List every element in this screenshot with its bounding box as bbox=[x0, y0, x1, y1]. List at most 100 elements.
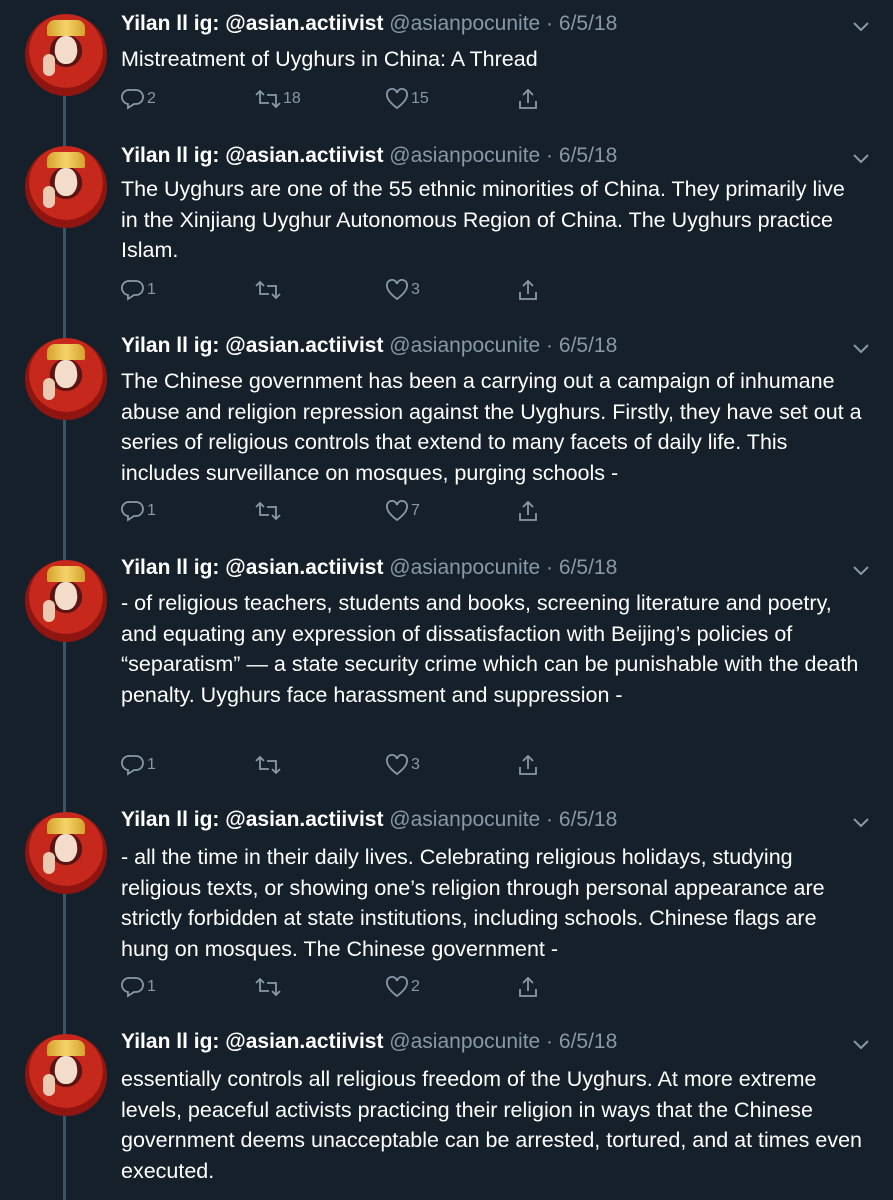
tweet[interactable]: Yilan ll ig: @asian.actiivist @asianpocu… bbox=[0, 800, 893, 1028]
reply-button[interactable]: 2 bbox=[121, 86, 156, 112]
reply-button[interactable]: 1 bbox=[121, 498, 156, 524]
like-button[interactable]: 2 bbox=[385, 974, 420, 1000]
retweet-button[interactable] bbox=[255, 277, 283, 303]
tweet-date[interactable]: 6/5/18 bbox=[559, 1030, 617, 1053]
reply-count: 1 bbox=[147, 756, 156, 773]
tweet-date[interactable]: 6/5/18 bbox=[559, 144, 617, 167]
thread-connector bbox=[63, 894, 66, 1028]
tweet[interactable]: Yilan ll ig: @asian.actiivist @asianpocu… bbox=[0, 0, 893, 138]
tweet-actions: 1 3 bbox=[121, 277, 541, 303]
chevron-down-icon[interactable] bbox=[851, 152, 871, 166]
share-button[interactable] bbox=[517, 974, 539, 1000]
thread-timeline: Yilan ll ig: @asian.actiivist @asianpocu… bbox=[0, 0, 893, 1200]
reply-icon bbox=[121, 755, 144, 776]
author-name[interactable]: Yilan ll ig: @asian.actiivist bbox=[121, 1030, 383, 1053]
chevron-down-icon[interactable] bbox=[851, 816, 871, 830]
author-handle[interactable]: @asianpocunite bbox=[389, 808, 540, 831]
tweet-actions: 1 3 bbox=[121, 752, 541, 778]
retweet-button[interactable] bbox=[255, 498, 283, 524]
thread-connector bbox=[63, 420, 66, 554]
author-name[interactable]: Yilan ll ig: @asian.actiivist bbox=[121, 556, 383, 579]
thread-connector bbox=[63, 326, 66, 338]
chevron-down-icon[interactable] bbox=[851, 20, 871, 34]
author-name[interactable]: Yilan ll ig: @asian.actiivist bbox=[121, 808, 383, 831]
reply-icon bbox=[121, 501, 144, 522]
author-name[interactable]: Yilan ll ig: @asian.actiivist bbox=[121, 334, 383, 357]
thread-connector bbox=[63, 134, 66, 146]
retweet-button[interactable] bbox=[255, 974, 283, 1000]
tweet[interactable]: Yilan ll ig: @asian.actiivist @asianpocu… bbox=[0, 1022, 893, 1200]
reply-count: 1 bbox=[147, 281, 156, 298]
heart-icon bbox=[386, 754, 408, 776]
heart-icon bbox=[386, 88, 408, 110]
share-button[interactable] bbox=[517, 86, 539, 112]
avatar[interactable] bbox=[25, 560, 107, 642]
thread-connector bbox=[63, 96, 66, 138]
reply-icon bbox=[121, 977, 144, 998]
thread-connector bbox=[63, 228, 66, 332]
like-button[interactable]: 3 bbox=[385, 277, 420, 303]
tweet-actions: 1 7 bbox=[121, 498, 541, 524]
share-button[interactable] bbox=[517, 277, 539, 303]
tweet-text: The Uyghurs are one of the 55 ethnic min… bbox=[121, 177, 845, 262]
share-button[interactable] bbox=[517, 498, 539, 524]
reply-button[interactable]: 1 bbox=[121, 277, 156, 303]
tweet[interactable]: Yilan ll ig: @asian.actiivist @asianpocu… bbox=[0, 548, 893, 806]
tweet-text: The Chinese government has been a carryi… bbox=[121, 369, 862, 485]
reply-count: 2 bbox=[147, 90, 156, 107]
like-count: 7 bbox=[411, 502, 420, 519]
retweet-icon bbox=[255, 89, 281, 109]
tweet-actions: 2 18 15 bbox=[121, 86, 541, 112]
tweet-text: essentially controls all religious freed… bbox=[121, 1067, 862, 1183]
tweet-date[interactable]: 6/5/18 bbox=[559, 808, 617, 831]
tweet-date[interactable]: 6/5/18 bbox=[559, 12, 617, 35]
author-handle[interactable]: @asianpocunite bbox=[389, 556, 540, 579]
chevron-down-icon[interactable] bbox=[851, 342, 871, 356]
like-button[interactable]: 3 bbox=[385, 752, 420, 778]
like-button[interactable]: 15 bbox=[385, 86, 429, 112]
heart-icon bbox=[386, 500, 408, 522]
avatar[interactable] bbox=[25, 812, 107, 894]
tweet-header: Yilan ll ig: @asian.actiivist @asianpocu… bbox=[121, 808, 618, 831]
author-handle[interactable]: @asianpocunite bbox=[389, 1030, 540, 1053]
tweet-header: Yilan ll ig: @asian.actiivist @asianpocu… bbox=[121, 144, 618, 167]
tweet-text: - all the time in their daily lives. Cel… bbox=[121, 845, 825, 961]
author-handle[interactable]: @asianpocunite bbox=[389, 12, 540, 35]
avatar[interactable] bbox=[25, 338, 107, 420]
thread-connector bbox=[63, 642, 66, 806]
like-count: 3 bbox=[411, 281, 420, 298]
tweet-header: Yilan ll ig: @asian.actiivist @asianpocu… bbox=[121, 334, 618, 357]
tweet-header: Yilan ll ig: @asian.actiivist @asianpocu… bbox=[121, 556, 618, 579]
author-name[interactable]: Yilan ll ig: @asian.actiivist bbox=[121, 12, 383, 35]
tweet-actions: 1 2 bbox=[121, 974, 541, 1000]
tweet-date[interactable]: 6/5/18 bbox=[559, 334, 617, 357]
retweet-button[interactable] bbox=[255, 752, 283, 778]
share-button[interactable] bbox=[517, 752, 539, 778]
retweet-count: 18 bbox=[283, 90, 301, 107]
like-button[interactable]: 7 bbox=[385, 498, 420, 524]
retweet-button[interactable]: 18 bbox=[255, 86, 301, 112]
chevron-down-icon[interactable] bbox=[851, 1038, 871, 1052]
tweet-header: Yilan ll ig: @asian.actiivist @asianpocu… bbox=[121, 1030, 618, 1053]
thread-connector bbox=[63, 1022, 66, 1034]
author-handle[interactable]: @asianpocunite bbox=[389, 334, 540, 357]
reply-count: 1 bbox=[147, 502, 156, 519]
avatar[interactable] bbox=[25, 1034, 107, 1116]
reply-button[interactable]: 1 bbox=[121, 752, 156, 778]
tweet[interactable]: Yilan ll ig: @asian.actiivist @asianpocu… bbox=[0, 134, 893, 332]
avatar[interactable] bbox=[25, 146, 107, 228]
like-count: 15 bbox=[411, 90, 429, 107]
reply-button[interactable]: 1 bbox=[121, 974, 156, 1000]
tweet-date[interactable]: 6/5/18 bbox=[559, 556, 617, 579]
tweet[interactable]: Yilan ll ig: @asian.actiivist @asianpocu… bbox=[0, 326, 893, 554]
share-icon bbox=[519, 754, 537, 775]
tweet-text: - of religious teachers, students and bo… bbox=[121, 591, 859, 707]
retweet-icon bbox=[255, 280, 281, 300]
author-name[interactable]: Yilan ll ig: @asian.actiivist bbox=[121, 144, 383, 167]
chevron-down-icon[interactable] bbox=[851, 564, 871, 578]
author-handle[interactable]: @asianpocunite bbox=[389, 144, 540, 167]
reply-icon bbox=[121, 280, 144, 301]
avatar[interactable] bbox=[25, 14, 107, 96]
thread-connector bbox=[63, 548, 66, 560]
reply-count: 1 bbox=[147, 978, 156, 995]
